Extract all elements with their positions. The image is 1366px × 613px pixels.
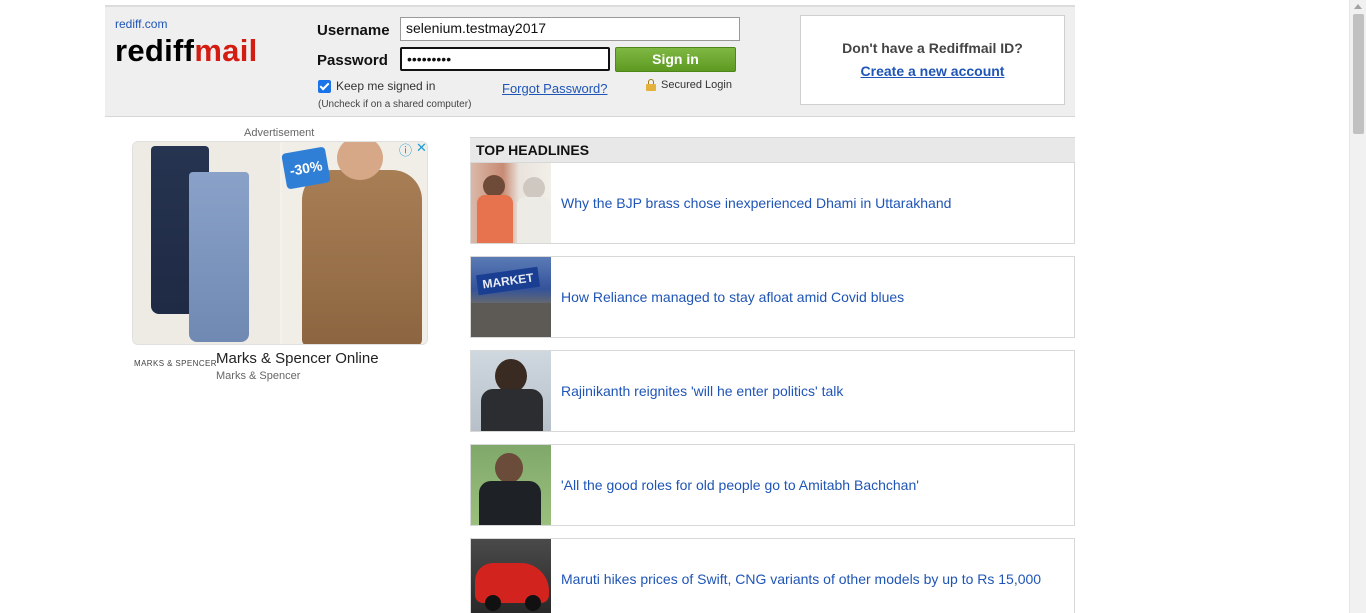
ad-close-icon[interactable]: ✕ <box>416 140 427 159</box>
ad-image[interactable]: -30% <box>132 141 428 345</box>
keep-signed-in-checkbox[interactable] <box>318 79 331 93</box>
ad-image-shirt[interactable]: -30% <box>281 142 427 344</box>
uncheck-hint: (Uncheck if on a shared computer) <box>318 99 472 110</box>
headline-link[interactable]: Maruti hikes prices of Swift, CNG varian… <box>561 539 1041 613</box>
discount-badge: -30% <box>281 146 331 190</box>
headline-item[interactable]: 'All the good roles for old people go to… <box>470 444 1075 526</box>
sign-in-button[interactable]: Sign in <box>615 47 736 72</box>
headline-link[interactable]: How Reliance managed to stay afloat amid… <box>561 257 904 337</box>
headline-thumbnail[interactable] <box>471 163 551 243</box>
page: rediff.com rediffmail Username selenium.… <box>0 0 1366 613</box>
keep-signed-in[interactable]: Keep me signed in <box>318 79 435 93</box>
headline-item[interactable]: MARKET How Reliance managed to stay aflo… <box>470 256 1075 338</box>
ad-title[interactable]: Marks & Spencer Online <box>216 350 379 367</box>
forgot-password-link[interactable]: Forgot Password? <box>502 81 608 96</box>
headline-item[interactable]: Why the BJP brass chose inexperienced Dh… <box>470 162 1075 244</box>
username-label: Username <box>317 22 390 39</box>
logo-mail: mail <box>194 33 258 68</box>
advertisement-label: Advertisement <box>244 127 315 139</box>
lock-icon <box>646 79 656 91</box>
secured-login[interactable]: Secured Login <box>646 79 732 91</box>
rediffmail-logo[interactable]: rediffmail <box>115 33 258 69</box>
headline-thumbnail[interactable] <box>471 351 551 431</box>
headline-thumbnail[interactable] <box>471 445 551 525</box>
ad-image-trousers[interactable] <box>133 142 280 344</box>
password-label: Password <box>317 52 388 69</box>
secured-login-label: Secured Login <box>661 79 732 91</box>
password-input[interactable]: ••••••••• <box>400 47 610 71</box>
logo-rediff: rediff <box>115 33 195 68</box>
headline-item[interactable]: Rajinikanth reignites 'will he enter pol… <box>470 350 1075 432</box>
ad-subtitle[interactable]: Marks & Spencer <box>216 370 300 382</box>
keep-signed-in-label: Keep me signed in <box>336 79 436 93</box>
market-sign: MARKET <box>475 266 541 296</box>
headline-item[interactable]: Maruti hikes prices of Swift, CNG varian… <box>470 538 1075 613</box>
scroll-up-arrow-icon[interactable] <box>1354 4 1362 9</box>
headline-thumbnail[interactable]: MARKET <box>471 257 551 337</box>
no-account-question: Don't have a Rediffmail ID? <box>842 40 1023 56</box>
top-headlines-title: TOP HEADLINES <box>470 137 1075 163</box>
headline-link[interactable]: Why the BJP brass chose inexperienced Dh… <box>561 163 951 243</box>
ad-info-icon[interactable]: ⓘ <box>399 140 412 159</box>
login-header: rediff.com rediffmail Username selenium.… <box>105 5 1075 117</box>
page-scrollbar[interactable] <box>1349 0 1366 613</box>
headline-link[interactable]: 'All the good roles for old people go to… <box>561 445 919 525</box>
rediff-home-link[interactable]: rediff.com <box>115 17 167 31</box>
new-account-box: Don't have a Rediffmail ID? Create a new… <box>800 15 1065 105</box>
username-input[interactable]: selenium.testmay2017 <box>400 17 740 41</box>
ad-brand-logo[interactable]: MARKS & SPENCER <box>134 359 217 368</box>
scrollbar-thumb[interactable] <box>1353 14 1364 134</box>
headline-thumbnail[interactable] <box>471 539 551 613</box>
create-account-link[interactable]: Create a new account <box>801 63 1064 79</box>
headline-link[interactable]: Rajinikanth reignites 'will he enter pol… <box>561 351 843 431</box>
ad-choices: ⓘ ✕ <box>399 140 427 159</box>
